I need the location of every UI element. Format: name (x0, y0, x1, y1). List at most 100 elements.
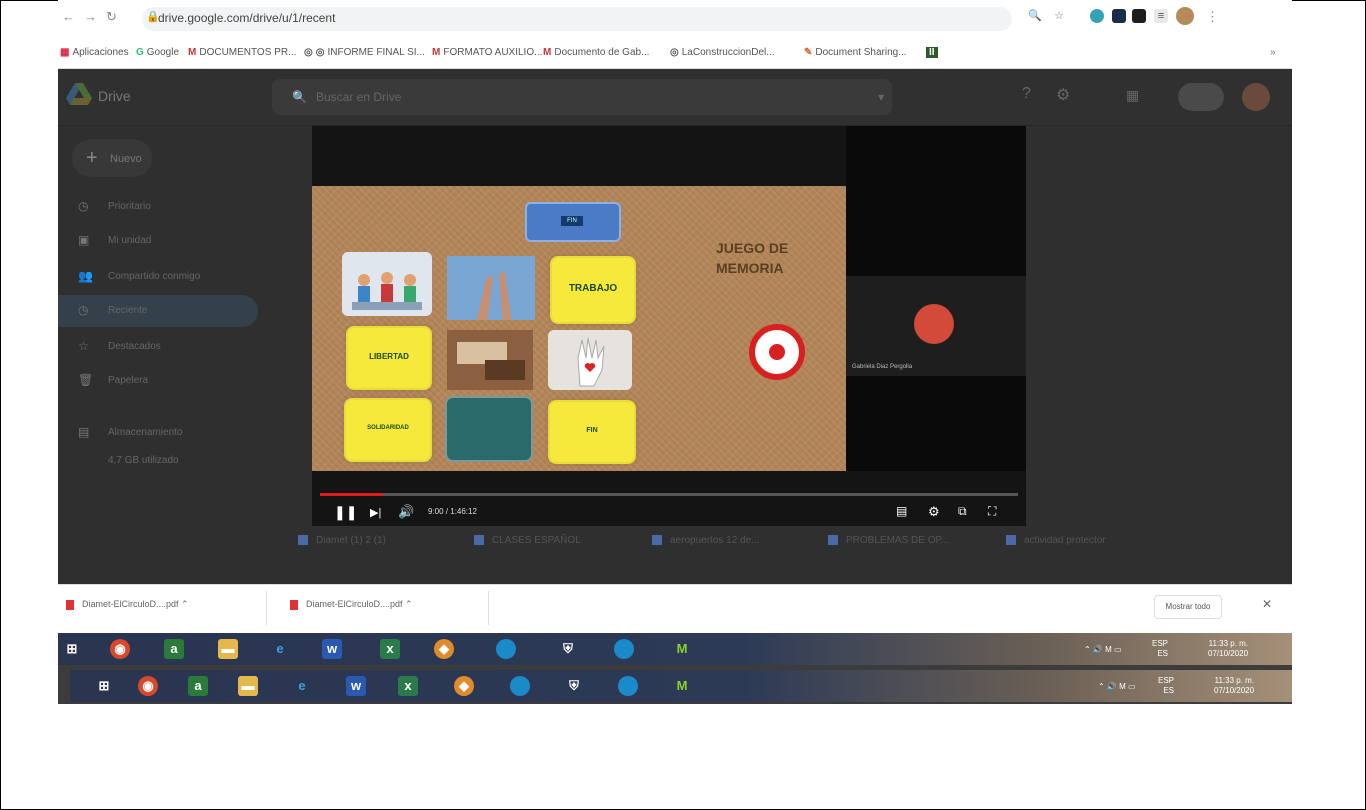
store-icon[interactable]: a (164, 639, 184, 659)
word-icon[interactable]: w (322, 639, 342, 659)
search-icon: 🔍 (292, 90, 307, 104)
settings-icon[interactable]: ⚙ (928, 504, 940, 520)
bookmark-informe[interactable]: ◎ ◎ INFORME FINAL SI... (304, 47, 425, 58)
reload-icon[interactable]: ↻ (106, 9, 117, 25)
download-item[interactable]: Diamet-ElCirculoD....pdf ⌃ (66, 599, 189, 617)
close-icon[interactable]: ✕ (1262, 597, 1272, 611)
bookmark-apps[interactable]: ▦ Aplicaciones (60, 47, 129, 58)
account-switcher[interactable] (1178, 83, 1224, 111)
storage-usage: 4,7 GB utilizado (108, 455, 179, 466)
list-item[interactable]: aeropuertos 12 de... (652, 535, 760, 546)
edge-legacy-icon[interactable]: e (292, 676, 312, 696)
settings-icon[interactable]: ⚙ (1056, 85, 1070, 105)
bookmark-documento[interactable]: M Documento de Gab... (543, 47, 649, 58)
windows-start-icon[interactable]: ⊞ (94, 676, 114, 696)
bookmark-documentos[interactable]: M DOCUMENTOS PR... (188, 47, 296, 58)
drive-logo-icon (66, 83, 92, 105)
bookmark-formato[interactable]: M FORMATO AUXILIO... (432, 47, 542, 58)
url-text[interactable]: drive.google.com/drive/u/1/recent (158, 11, 335, 25)
help-icon[interactable]: ? (1022, 85, 1031, 103)
bookmark-google[interactable]: G Google (136, 47, 179, 58)
file-explorer-icon[interactable]: ▬ (238, 676, 258, 696)
chevron-up-icon[interactable]: ⌃ (181, 599, 189, 609)
edge-legacy-icon[interactable]: e (270, 639, 290, 659)
card-image-hand[interactable] (548, 330, 632, 390)
list-item[interactable]: Diamet (1) 2 (1) (298, 535, 386, 546)
bookmark-folder[interactable]: II (926, 47, 941, 58)
word-icon[interactable]: w (346, 676, 366, 696)
back-icon[interactable]: ← (62, 9, 75, 24)
brave-icon[interactable]: ◆ (434, 639, 454, 659)
card-trabajo[interactable]: TRABAJO (552, 258, 634, 322)
extension-icon[interactable] (1112, 9, 1126, 23)
brave-icon[interactable]: ◆ (454, 676, 474, 696)
card-image-people[interactable] (342, 252, 432, 316)
store-icon[interactable]: a (188, 676, 208, 696)
security-icon[interactable]: ⛨ (564, 676, 584, 696)
clock[interactable]: 11:33 p. m. 07/10/2020 (1208, 639, 1248, 659)
sidebar-item-recent[interactable]: ◷ Reciente (58, 295, 258, 327)
account-avatar[interactable] (1242, 83, 1270, 111)
download-item[interactable]: Diamet-ElCirculoD....pdf ⌃ (290, 599, 413, 617)
file-explorer-icon[interactable]: ▬ (218, 639, 238, 659)
card-image-freedom[interactable] (447, 256, 535, 320)
sidebar-item-priority[interactable]: ◷ Prioritario (58, 191, 258, 223)
movistar-icon[interactable]: M (672, 639, 692, 659)
card-libertad[interactable]: LIBERTAD (348, 328, 430, 388)
fullscreen-icon[interactable]: ⛶ (988, 504, 996, 519)
bookmark-construccion[interactable]: ◎ LaConstruccionDel... (670, 47, 775, 58)
apps-grid-icon[interactable]: ▦ (1126, 87, 1139, 104)
excel-icon[interactable]: x (398, 676, 418, 696)
volume-icon[interactable]: 🔊 (398, 504, 414, 520)
extension-icon[interactable] (1132, 9, 1146, 23)
chrome-icon[interactable]: ◉ (110, 639, 130, 659)
tray-icons[interactable]: ⌃ 🔊 M ▭ (1098, 682, 1136, 692)
replay-icon[interactable] (749, 324, 805, 380)
edge-icon[interactable] (496, 639, 516, 659)
card-hidden[interactable] (447, 398, 531, 460)
video-player[interactable]: FIN TRABAJO LIBERTAD SOLIDARIDAD FIN JUE… (312, 126, 1026, 526)
search-options-icon[interactable]: ▾ (878, 90, 884, 104)
profile-avatar[interactable] (1176, 7, 1194, 25)
sidebar-item-starred[interactable]: ☆ Destacados (58, 331, 258, 363)
list-item[interactable]: CLASES ESPAÑOL (474, 535, 581, 546)
zoom-icon[interactable]: 🔍 (1028, 9, 1042, 23)
sidebar-item-trash[interactable]: 🗑 Papelera (58, 365, 258, 397)
pause-icon[interactable]: ❚❚ (334, 504, 357, 521)
windows-start-icon[interactable]: ⊞ (62, 639, 82, 659)
edge-icon[interactable] (614, 639, 634, 659)
tray-icons[interactable]: ⌃ 🔊 M ▭ (1084, 645, 1122, 655)
movistar-icon[interactable]: M (672, 676, 692, 696)
clock[interactable]: 11:33 p. m. 07/10/2020 (1214, 676, 1254, 696)
menu-icon[interactable]: ⋮ (1206, 9, 1219, 25)
chrome-icon[interactable]: ◉ (138, 676, 158, 696)
language-indicator[interactable]: ESP ES (1152, 639, 1168, 659)
people-illustration-icon (352, 272, 422, 310)
sidebar-item-my-drive[interactable]: ▣ Mi unidad (58, 225, 258, 257)
card-image-tools[interactable] (447, 330, 533, 390)
edge-icon[interactable] (618, 676, 638, 696)
bookmark-document-sharing[interactable]: ✎ Document Sharing... (804, 47, 907, 58)
bookmarks-more-icon[interactable]: » (1270, 47, 1276, 58)
excel-icon[interactable]: x (380, 639, 400, 659)
list-item[interactable]: PROBLEMAS DE OP... (828, 535, 949, 546)
miniplayer-icon[interactable]: ⧉ (958, 504, 967, 519)
card-solidaridad[interactable]: SOLIDARIDAD (346, 400, 430, 460)
sidebar-item-shared[interactable]: 👥 Compartido conmigo (58, 261, 258, 293)
forward-icon[interactable]: → (84, 9, 97, 24)
chevron-up-icon[interactable]: ⌃ (405, 599, 413, 609)
language-indicator[interactable]: ESP ES (1158, 676, 1174, 696)
star-icon[interactable]: ☆ (1052, 9, 1066, 23)
progress-track[interactable] (320, 493, 1018, 496)
list-item[interactable]: actividad protector (1006, 535, 1106, 546)
subtitles-icon[interactable]: ▤ (896, 504, 907, 518)
extension-icon[interactable]: ≡ (1154, 9, 1168, 23)
next-icon[interactable]: ▶| (370, 506, 381, 519)
edge-icon[interactable] (510, 676, 530, 696)
bookmarks-bar: ▦ Aplicaciones G Google M DOCUMENTOS PR... … (58, 38, 1292, 69)
card-fin[interactable]: FIN (550, 402, 634, 462)
top-card[interactable]: FIN (527, 204, 619, 240)
show-all-button[interactable]: Mostrar todo (1154, 595, 1222, 619)
extension-icon[interactable] (1090, 9, 1104, 23)
security-icon[interactable]: ⛨ (558, 639, 578, 659)
